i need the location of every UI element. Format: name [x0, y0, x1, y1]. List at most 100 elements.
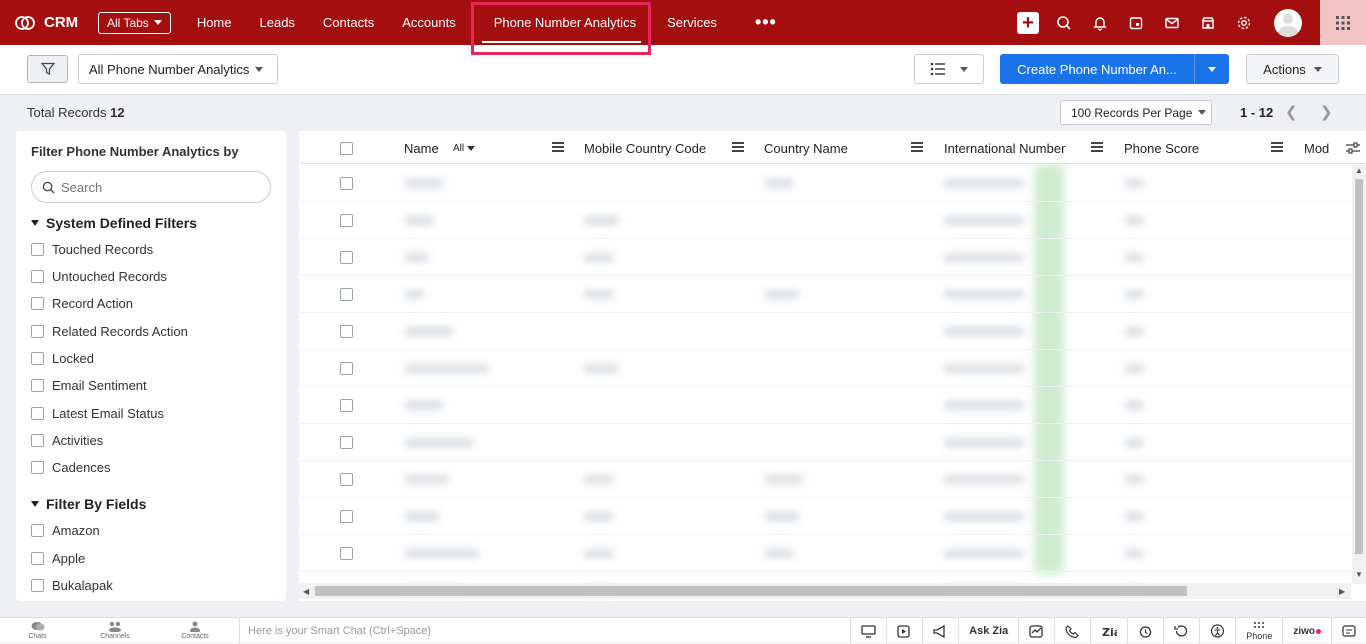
select-all-checkbox[interactable]	[340, 142, 353, 155]
table-row[interactable]	[299, 350, 1366, 387]
avatar[interactable]	[1274, 8, 1302, 37]
screen-share-icon[interactable]	[850, 618, 886, 644]
column-header-name[interactable]: Name	[404, 141, 439, 156]
row-checkbox[interactable]	[340, 362, 353, 375]
filter-locked[interactable]: Locked	[31, 351, 94, 366]
checkbox[interactable]	[31, 297, 44, 310]
row-checkbox[interactable]	[340, 214, 353, 227]
table-row[interactable]	[299, 313, 1366, 350]
scroll-right-icon[interactable]: ▶	[1339, 587, 1345, 596]
bell-icon[interactable]	[1082, 15, 1118, 31]
filter-touched-records[interactable]: Touched Records	[31, 242, 153, 257]
activity-icon[interactable]	[1018, 618, 1054, 644]
table-row[interactable]	[299, 424, 1366, 461]
create-record-button[interactable]: Create Phone Number An...	[1000, 54, 1229, 84]
marketplace-icon[interactable]	[1190, 15, 1226, 31]
scrollbar-thumb[interactable]	[315, 586, 1187, 596]
gear-icon[interactable]	[1226, 15, 1262, 31]
row-checkbox[interactable]	[340, 288, 353, 301]
row-checkbox[interactable]	[340, 510, 353, 523]
checkbox[interactable]	[31, 524, 44, 537]
zia-icon[interactable]: Zia	[1090, 618, 1127, 644]
channels-button[interactable]: Channels	[75, 621, 155, 640]
filter-related-records-action[interactable]: Related Records Action	[31, 324, 188, 339]
row-checkbox[interactable]	[340, 251, 353, 264]
section-system-defined-filters[interactable]: System Defined Filters	[31, 215, 197, 231]
alarm-clock-icon[interactable]	[1127, 618, 1163, 644]
column-menu-icon[interactable]	[732, 142, 744, 152]
megaphone-icon[interactable]	[922, 618, 958, 644]
checkbox[interactable]	[31, 270, 44, 283]
table-row[interactable]	[299, 276, 1366, 313]
tab-accounts[interactable]: Accounts	[388, 0, 469, 45]
table-row[interactable]	[299, 165, 1366, 202]
row-checkbox[interactable]	[340, 325, 353, 338]
column-menu-icon[interactable]	[1271, 142, 1283, 152]
scrollbar-thumb[interactable]	[1355, 179, 1363, 554]
quick-create-button[interactable]: +	[1010, 11, 1046, 34]
filter-bukalapak[interactable]: Bukalapak	[31, 578, 113, 593]
filter-email-sentiment[interactable]: Email Sentiment	[31, 378, 147, 393]
list-view-selector[interactable]	[914, 54, 984, 84]
column-menu-icon[interactable]	[552, 142, 564, 152]
filter-record-action[interactable]: Record Action	[31, 296, 133, 311]
row-checkbox[interactable]	[340, 177, 353, 190]
checkbox[interactable]	[31, 552, 44, 565]
column-menu-icon[interactable]	[911, 142, 923, 152]
phone-button[interactable]: Phone	[1235, 618, 1282, 644]
filter-latest-email-status[interactable]: Latest Email Status	[31, 406, 164, 421]
tab-services[interactable]: Services	[653, 0, 731, 45]
section-filter-by-fields[interactable]: Filter By Fields	[31, 496, 146, 512]
filter-apple[interactable]: Apple	[31, 551, 85, 566]
contacts-button[interactable]: Contacts	[155, 621, 235, 640]
filter-activities[interactable]: Activities	[31, 433, 103, 448]
tab-leads[interactable]: Leads	[246, 0, 309, 45]
tab-contacts[interactable]: Contacts	[309, 0, 388, 45]
chats-button[interactable]: Chats	[0, 621, 75, 640]
prev-page-icon[interactable]: ❮	[1285, 103, 1298, 121]
row-checkbox[interactable]	[340, 436, 353, 449]
table-row[interactable]	[299, 461, 1366, 498]
filter-amazon[interactable]: Amazon	[31, 523, 100, 538]
media-icon[interactable]	[886, 618, 922, 644]
checkbox[interactable]	[31, 434, 44, 447]
column-header-mobile-country-code[interactable]: Mobile Country Code	[584, 141, 706, 156]
all-tabs-button[interactable]: All Tabs	[98, 11, 171, 34]
checkbox[interactable]	[31, 461, 44, 474]
notes-icon[interactable]	[1331, 618, 1366, 644]
column-header-country-name[interactable]: Country Name	[764, 141, 848, 156]
table-row[interactable]	[299, 202, 1366, 239]
call-icon[interactable]	[1054, 618, 1090, 644]
filter-search-input[interactable]	[61, 179, 251, 195]
name-filter-dropdown[interactable]: All	[453, 143, 475, 154]
row-checkbox[interactable]	[340, 399, 353, 412]
records-per-page-select[interactable]: 100 Records Per Page	[1060, 100, 1212, 125]
scroll-down-icon[interactable]: ▼	[1355, 570, 1363, 579]
checkbox[interactable]	[31, 352, 44, 365]
accessibility-icon[interactable]	[1199, 618, 1235, 644]
checkbox[interactable]	[31, 243, 44, 256]
row-checkbox[interactable]	[340, 547, 353, 560]
column-settings-icon[interactable]	[1340, 139, 1366, 159]
table-row[interactable]	[299, 498, 1366, 535]
next-page-icon[interactable]: ❯	[1320, 103, 1333, 121]
scroll-left-icon[interactable]: ◀	[303, 587, 309, 596]
checkbox[interactable]	[31, 407, 44, 420]
checkbox[interactable]	[31, 325, 44, 338]
ziwo-button[interactable]: ziwo	[1282, 618, 1331, 644]
search-icon[interactable]	[1046, 15, 1082, 31]
smart-chat-input[interactable]: Here is your Smart Chat (Ctrl+Space)	[239, 617, 779, 644]
crm-logo[interactable]: CRM	[14, 14, 86, 31]
checkbox[interactable]	[31, 579, 44, 592]
table-row[interactable]	[299, 387, 1366, 424]
filter-search[interactable]	[31, 171, 271, 203]
filter-untouched-records[interactable]: Untouched Records	[31, 269, 167, 284]
column-header-mod[interactable]: Mod	[1304, 141, 1329, 156]
column-menu-icon[interactable]	[1091, 142, 1103, 152]
mail-icon[interactable]	[1154, 15, 1190, 31]
app-grid-icon[interactable]	[1320, 0, 1366, 45]
checkbox[interactable]	[31, 379, 44, 392]
tab-home[interactable]: Home	[183, 0, 246, 45]
filter-toggle-button[interactable]	[27, 55, 68, 83]
calendar-icon[interactable]	[1118, 15, 1154, 31]
